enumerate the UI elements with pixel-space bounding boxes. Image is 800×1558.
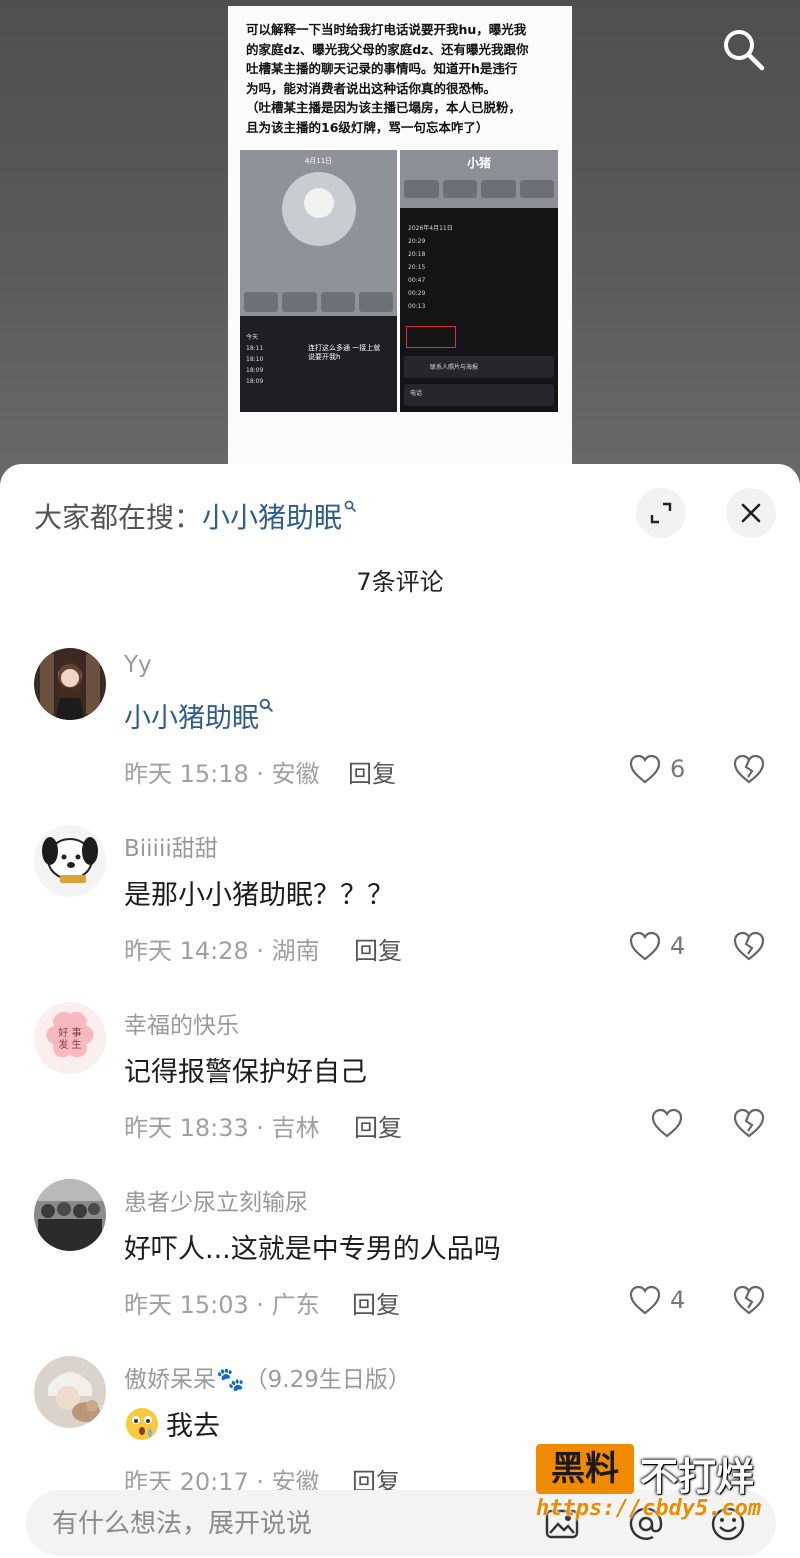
reply-button[interactable]: 回复 <box>354 931 402 966</box>
contact-avatar <box>282 172 356 246</box>
avatar[interactable] <box>34 648 106 720</box>
hot-search-label: 大家都在搜： <box>34 501 203 534</box>
comment-meta: 昨天 14:28 · 湖南 <box>124 937 320 965</box>
like-count: 4 <box>670 932 686 960</box>
phone-row: 电话 <box>404 384 554 406</box>
comment-item: 好 事发 生 幸福的快乐 记得报警保护好自己 昨天 18:33 · 吉林 回复 <box>0 1002 800 1172</box>
expand-icon <box>650 502 672 524</box>
phone-label: 电话 <box>410 390 423 397</box>
heart-icon <box>629 754 661 784</box>
close-icon <box>741 503 761 523</box>
svg-text:好 事: 好 事 <box>58 1026 81 1039</box>
post-line: 吐槽某主播的聊天记录的事情吗。知道开h是违行 <box>246 61 518 76</box>
hot-search[interactable]: 大家都在搜：小小猪助眠 <box>34 496 356 536</box>
comment-text[interactable]: 小小猪助眠 <box>124 696 273 735</box>
comment-item: 患者少尿立刻输尿 好吓人...这就是中专男的人品吗 昨天 15:03 · 广东 … <box>0 1179 800 1349</box>
avatar[interactable] <box>34 825 106 897</box>
contact-date: 4月11日 <box>304 157 333 165</box>
comment-meta: 昨天 15:18 · 安徽 <box>124 760 320 788</box>
search-icon[interactable] <box>720 26 766 72</box>
expand-button[interactable] <box>636 488 686 538</box>
like-button[interactable]: 4 <box>628 929 685 963</box>
watermark-text: 不打烊 <box>640 1455 755 1499</box>
contact-actions <box>244 292 393 312</box>
avatar[interactable]: 好 事发 生 <box>34 1002 106 1074</box>
contact-actions <box>404 180 554 198</box>
avatar[interactable] <box>34 1356 106 1428</box>
contact-photo-label: 联系人照片与海报 <box>430 364 479 371</box>
heart-icon <box>651 1108 683 1138</box>
post-line: 可以解释一下当时给我打电话说要开我hu，曝光我 <box>246 22 527 37</box>
like-button[interactable]: 4 <box>628 1283 685 1317</box>
comment-input[interactable] <box>50 1490 534 1558</box>
contact-header: 4月11日 <box>240 150 397 316</box>
post-line: （吐槽某主播是因为该主播已塌房，本人已脱粉， <box>246 100 522 115</box>
comment-item: Biiiii甜甜 是那小小猪助眠？？？ 昨天 14:28 · 湖南 回复 4 <box>0 825 800 995</box>
call-history-date: 2026年4月11日 <box>408 225 453 232</box>
close-button[interactable] <box>726 488 776 538</box>
broken-heart-icon[interactable] <box>732 752 766 786</box>
post-line: 为吗，能对消费者说出这种话你真的很恐怖。 <box>246 80 497 96</box>
comment-author[interactable]: 幸福的快乐 <box>124 1006 239 1040</box>
like-count: 4 <box>670 1286 686 1314</box>
comment-meta: 昨天 15:03 · 广东 <box>124 1291 320 1319</box>
reply-button[interactable]: 回复 <box>348 754 396 789</box>
comments-count: 7条评论 <box>356 568 444 596</box>
contact-title: 小猪 <box>466 156 491 170</box>
comment-text: 是那小小猪助眠？？？ <box>124 880 394 911</box>
search-icon <box>259 698 273 712</box>
highlight-box <box>406 326 456 348</box>
watermark-badge: 黑料 <box>536 1444 634 1494</box>
like-count: 6 <box>670 755 686 783</box>
comment-link[interactable]: 小小猪助眠 <box>124 703 259 734</box>
heart-icon <box>629 1285 661 1315</box>
reply-button[interactable]: 回复 <box>352 1285 400 1320</box>
comment-meta: 昨天 18:33 · 吉林 <box>124 1114 320 1142</box>
post-line: 且为该主播的16级灯牌，骂一句忘本咋了） <box>246 119 489 135</box>
contact-screenshot: 小猪 2026年4月11日 20:29 20:18 20:15 00:47 00:29 0… <box>400 150 558 412</box>
comment-item: Yy 小小猪助眠 昨天 15:18 · 安徽 回复 6 <box>0 648 800 818</box>
comment-text: 记得报警保护好自己 <box>124 1057 367 1088</box>
svg-text:发 生: 发 生 <box>58 1038 81 1051</box>
post-image[interactable]: 可以解释一下当时给我打电话说要开我hu，曝光我 的家庭dz、曝光我父母的家庭dz… <box>228 6 572 476</box>
comment-text: 好吓人...这就是中专男的人品吗 <box>124 1234 501 1265</box>
watermark: 黑料 不打烊 https://cbdy5.com <box>536 1444 786 1534</box>
call-note: 连打这么多通 一接上就说要开我h <box>308 344 381 361</box>
like-button[interactable] <box>650 1106 692 1140</box>
search-icon <box>344 500 356 512</box>
broken-heart-icon[interactable] <box>732 1283 766 1317</box>
comment-author[interactable]: Biiiii甜甜 <box>124 829 218 863</box>
comment-author[interactable]: 患者少尿立刻输尿 <box>124 1183 308 1217</box>
call-screenshot: 4月11日 今天 18:11 18:10 18:09 18:09 连打这么多通 一接上就… <box>240 150 397 412</box>
post-line: 的家庭dz、曝光我父母的家庭dz、还有曝光我跟你 <box>246 41 529 57</box>
hot-search-term[interactable]: 小小猪助眠 <box>202 501 342 534</box>
call-history: 2026年4月11日 20:29 20:18 20:15 00:47 00:29 00:1… <box>408 222 550 313</box>
avatar[interactable] <box>34 1179 106 1251</box>
post-caption: 可以解释一下当时给我打电话说要开我hu，曝光我 的家庭dz、曝光我父母的家庭dz… <box>246 20 556 137</box>
reply-button[interactable]: 回复 <box>354 1108 402 1143</box>
broken-heart-icon[interactable] <box>732 1106 766 1140</box>
surprised-emoji-icon <box>126 1407 158 1440</box>
contact-photo-row: 联系人照片与海报 <box>404 356 554 378</box>
heart-icon <box>629 931 661 961</box>
comment-author[interactable]: 傲娇呆呆🐾（9.29生日版） <box>124 1360 411 1394</box>
comment-text-value: 我去 <box>166 1411 220 1442</box>
contact-header: 小猪 <box>400 150 558 208</box>
broken-heart-icon[interactable] <box>732 929 766 963</box>
like-button[interactable]: 6 <box>628 752 685 786</box>
watermark-url: https://cbdy5.com <box>536 1496 762 1521</box>
comment-author[interactable]: Yy <box>124 652 152 678</box>
comment-text: 我去 <box>124 1404 220 1443</box>
